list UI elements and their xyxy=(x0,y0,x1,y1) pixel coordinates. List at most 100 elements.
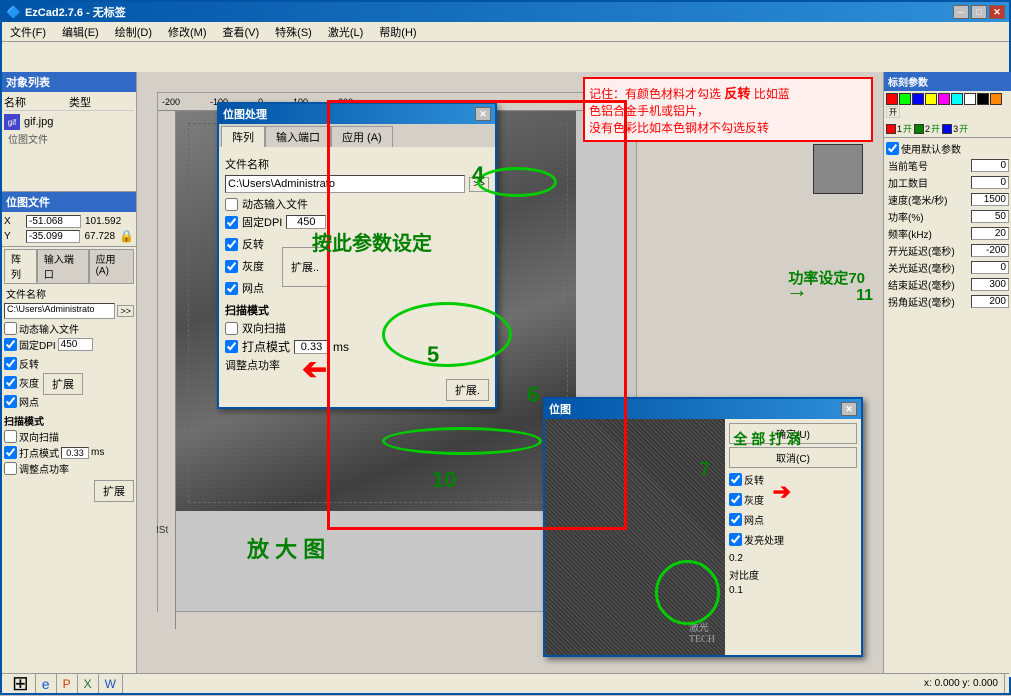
status-ppt: P xyxy=(57,674,78,693)
menu-edit[interactable]: 编辑(E) xyxy=(58,24,103,40)
ie-icon[interactable]: e xyxy=(42,676,50,692)
use-default-check[interactable] xyxy=(886,142,899,155)
menu-draw[interactable]: 绘制(D) xyxy=(111,24,156,40)
swatch-3[interactable] xyxy=(912,93,924,105)
bitmap-controls: 确定(U) 取消(C) 反转 灰度 网点 xyxy=(725,419,861,655)
menu-modify[interactable]: 修改(M) xyxy=(164,24,211,40)
left-dotmode-unit: ms xyxy=(91,447,104,458)
left-reverse-check[interactable] xyxy=(4,357,17,370)
left-expand-btn2[interactable]: 扩展 xyxy=(94,480,134,502)
center-tab-apply[interactable]: 应用 (A) xyxy=(331,126,393,147)
swatch-6[interactable] xyxy=(951,93,963,105)
center-reverse-check[interactable] xyxy=(225,238,238,251)
minimize-button[interactable]: ─ xyxy=(953,5,969,19)
on-delay-input[interactable] xyxy=(971,244,1009,257)
process-count-input[interactable] xyxy=(971,176,1009,189)
list-item[interactable]: gif gif.jpg xyxy=(4,113,134,131)
word-icon[interactable]: W xyxy=(105,677,116,691)
bitmap-dialog-titlebar: 位图 ✕ xyxy=(545,399,861,419)
left-tab-input[interactable]: 输入端口 xyxy=(37,249,89,283)
swatch-1[interactable] xyxy=(886,93,898,105)
center-dot-row: 网点 xyxy=(225,280,264,296)
tutorial-5: 5 xyxy=(427,342,439,368)
swatch-5[interactable] xyxy=(938,93,950,105)
left-dotmode-check[interactable] xyxy=(4,446,17,459)
center-reverse-label: 反转 xyxy=(242,236,264,252)
left-expand-btn1[interactable]: 扩展 xyxy=(43,373,83,395)
swatch-8[interactable] xyxy=(977,93,989,105)
menu-view[interactable]: 查看(V) xyxy=(219,24,264,40)
bm-reverse-label: 反转 xyxy=(744,472,764,487)
lock-icon[interactable]: 🔒 xyxy=(119,229,134,243)
pos-x-row: X -51.068 101.592 xyxy=(4,215,134,228)
bm-dot-check[interactable] xyxy=(729,513,742,526)
center-dialog-close[interactable]: ✕ xyxy=(475,107,491,121)
right-panel: 标刻参数 开 xyxy=(883,72,1011,677)
close-button[interactable]: ✕ xyxy=(989,5,1005,19)
left-dpi-input[interactable] xyxy=(58,338,93,351)
right-color-status: 1开 2开 3开 xyxy=(886,122,1011,135)
tutorial-setup: 按此参数设定 xyxy=(312,227,432,256)
bm-contrast-row: 对比度 xyxy=(729,567,857,582)
menu-file[interactable]: 文件(F) xyxy=(6,24,50,40)
pos-panel-title: 位图文件 xyxy=(2,192,136,212)
center-filename-input[interactable] xyxy=(225,175,465,193)
left-filename-value[interactable]: C:\Users\Administrato xyxy=(4,303,115,319)
center-tab-array[interactable]: 阵列 xyxy=(221,126,265,147)
left-fixed-dpi-label: 固定DPI xyxy=(19,337,56,352)
center-dot-check[interactable] xyxy=(225,282,238,295)
speed-input[interactable] xyxy=(971,193,1009,206)
maximize-button[interactable]: □ xyxy=(971,5,987,19)
left-browse-btn[interactable]: >> xyxy=(117,305,134,317)
bm-gray-check[interactable] xyxy=(729,493,742,506)
left-dotmode-value[interactable] xyxy=(61,447,89,459)
center-biscan-check[interactable] xyxy=(225,322,238,335)
bm-bloom-check[interactable] xyxy=(729,533,742,546)
freq-input[interactable] xyxy=(971,227,1009,240)
center-dynamic-label: 动态输入文件 xyxy=(242,196,308,212)
pos-x-value[interactable]: -51.068 xyxy=(26,215,81,228)
bm-dot-row: 网点 xyxy=(729,512,857,527)
left-dot-check[interactable] xyxy=(4,395,17,408)
pos-y-value[interactable]: -35.099 xyxy=(26,230,81,243)
bm-reverse-check[interactable] xyxy=(729,473,742,486)
left-tab-array[interactable]: 阵列 xyxy=(4,249,37,283)
center-dpi-check[interactable] xyxy=(225,216,238,229)
left-filename-label: 文件名称 xyxy=(4,284,134,303)
center-dynamic-check[interactable] xyxy=(225,198,238,211)
center-checkboxes-col: 反转 灰度 网点 xyxy=(225,234,264,298)
pen-num-input[interactable] xyxy=(971,159,1009,172)
power-label: 功率(%) xyxy=(888,209,969,224)
left-gray-check[interactable] xyxy=(4,376,17,389)
end-delay-input[interactable] xyxy=(971,278,1009,291)
left-dotmode-row: 打点模式 ms xyxy=(4,445,134,460)
power-input[interactable] xyxy=(971,210,1009,223)
swatch-9[interactable] xyxy=(990,93,1002,105)
off-delay-input[interactable] xyxy=(971,261,1009,274)
center-tab-input[interactable]: 输入端口 xyxy=(265,126,331,147)
swatch-7[interactable] xyxy=(964,93,976,105)
left-biscan-check[interactable] xyxy=(4,430,17,443)
center-dotmode-check[interactable] xyxy=(225,340,238,353)
bitmap-dialog-close[interactable]: ✕ xyxy=(841,402,857,416)
ppt-icon[interactable]: P xyxy=(63,677,71,691)
left-dynamic-input-check[interactable] xyxy=(4,322,17,335)
center-dotmode-unit: ms xyxy=(333,340,349,354)
swatch-2[interactable] xyxy=(899,93,911,105)
swatch-4[interactable] xyxy=(925,93,937,105)
end-delay-row: 结束延迟(毫秒) xyxy=(886,276,1011,293)
menu-help[interactable]: 帮助(H) xyxy=(375,24,420,40)
menu-laser[interactable]: 激光(L) xyxy=(324,24,367,40)
turn-delay-input[interactable] xyxy=(971,295,1009,308)
menu-special[interactable]: 特殊(S) xyxy=(271,24,316,40)
bitmap-cancel-btn[interactable]: 取消(C) xyxy=(729,447,857,468)
left-dotmode-label: 打点模式 xyxy=(19,445,59,460)
excel-icon[interactable]: X xyxy=(84,677,92,691)
left-fixed-dpi-check[interactable] xyxy=(4,338,17,351)
center-gray-check[interactable] xyxy=(225,260,238,273)
thumb-2 xyxy=(813,144,863,194)
left-tab-apply[interactable]: 应用(A) xyxy=(89,249,134,283)
left-adjust-power-check[interactable] xyxy=(4,462,17,475)
center-dpi-label: 固定DPI xyxy=(242,214,282,230)
center-expand-btn2[interactable]: 扩展. xyxy=(446,379,489,401)
